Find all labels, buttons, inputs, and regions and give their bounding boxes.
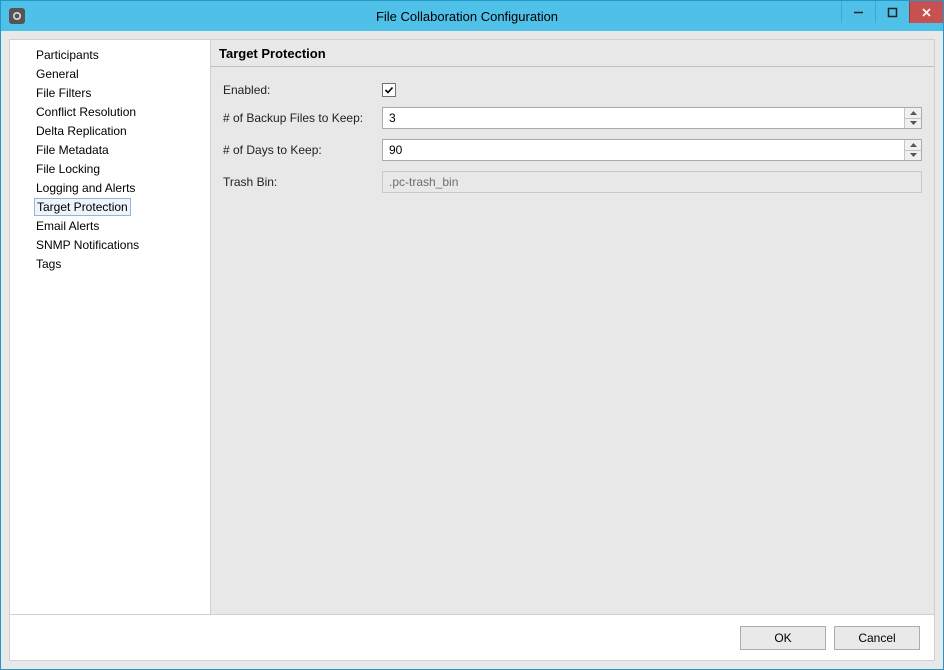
trash-label: Trash Bin: (223, 175, 277, 189)
sidebar-item-logging-and-alerts[interactable]: Logging and Alerts (34, 179, 137, 197)
sidebar-item-snmp-notifications[interactable]: SNMP Notifications (34, 236, 141, 254)
maximize-button[interactable] (875, 1, 909, 23)
app-icon (9, 8, 25, 24)
body: Participants General File Filters Confli… (10, 40, 934, 614)
sidebar-item-conflict-resolution[interactable]: Conflict Resolution (34, 103, 138, 121)
days-spin-buttons (904, 140, 921, 160)
days-spin-down[interactable] (905, 151, 921, 161)
days-spin-up[interactable] (905, 140, 921, 151)
panel-title: Target Protection (211, 40, 934, 67)
days-input[interactable] (383, 140, 904, 160)
enabled-cell (382, 83, 922, 97)
chevron-down-icon (910, 153, 917, 157)
days-spinner (382, 139, 922, 161)
backup-spinner (382, 107, 922, 129)
sidebar-item-file-filters[interactable]: File Filters (34, 84, 93, 102)
sidebar-item-target-protection[interactable]: Target Protection (34, 198, 131, 216)
enabled-checkbox[interactable] (382, 83, 396, 97)
chevron-up-icon (910, 143, 917, 147)
backup-input[interactable] (383, 108, 904, 128)
enabled-label: Enabled: (223, 83, 270, 97)
close-button[interactable] (909, 1, 943, 23)
check-icon (384, 85, 394, 95)
sidebar-item-general[interactable]: General (34, 65, 81, 83)
sidebar-item-tags[interactable]: Tags (34, 255, 63, 273)
sidebar-item-participants[interactable]: Participants (34, 46, 101, 64)
titlebar: File Collaboration Configuration (1, 1, 943, 31)
config-window: File Collaboration Configuration Partici… (0, 0, 944, 670)
minimize-button[interactable] (841, 1, 875, 23)
cancel-button[interactable]: Cancel (834, 626, 920, 650)
backup-spin-up[interactable] (905, 108, 921, 119)
sidebar: Participants General File Filters Confli… (10, 40, 210, 614)
form: Enabled: # of Backup Files to Keep: (211, 67, 934, 203)
sidebar-item-delta-replication[interactable]: Delta Replication (34, 122, 129, 140)
main-panel: Target Protection Enabled: # of Backup F… (210, 40, 934, 614)
chevron-down-icon (910, 121, 917, 125)
sidebar-item-file-metadata[interactable]: File Metadata (34, 141, 111, 159)
content-frame: Participants General File Filters Confli… (9, 39, 935, 661)
window-controls (841, 1, 943, 23)
backup-spin-down[interactable] (905, 119, 921, 129)
backup-label: # of Backup Files to Keep: (223, 111, 363, 125)
backup-spin-buttons (904, 108, 921, 128)
chevron-up-icon (910, 111, 917, 115)
sidebar-item-email-alerts[interactable]: Email Alerts (34, 217, 101, 235)
sidebar-item-file-locking[interactable]: File Locking (34, 160, 102, 178)
window-title: File Collaboration Configuration (31, 9, 943, 24)
ok-button[interactable]: OK (740, 626, 826, 650)
footer: OK Cancel (10, 614, 934, 660)
trash-field: .pc-trash_bin (382, 171, 922, 193)
days-label: # of Days to Keep: (223, 143, 322, 157)
